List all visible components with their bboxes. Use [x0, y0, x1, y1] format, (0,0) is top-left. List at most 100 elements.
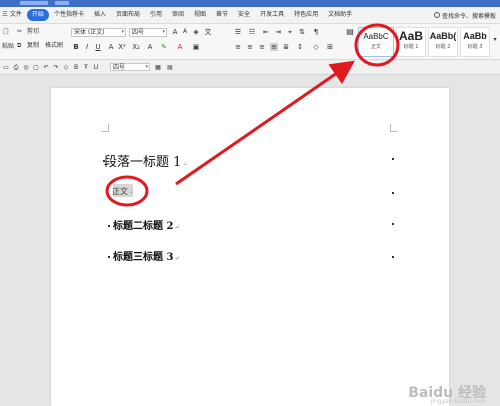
margin-corner-mark	[390, 124, 398, 132]
align-right-icon[interactable]: ≡	[258, 43, 266, 51]
table-icon[interactable]: ▦	[154, 64, 162, 72]
watermark-url: jingyan.baidu.com	[430, 398, 486, 405]
font-color-icon[interactable]: A	[107, 43, 115, 51]
paste-icon[interactable]: 📋	[2, 27, 9, 36]
style-heading2[interactable]: AaBb( 标题 2	[428, 27, 458, 57]
return-mark: ↵	[182, 161, 188, 168]
clear-format-icon[interactable]: ◈	[192, 28, 200, 36]
paragraph-mark	[108, 256, 110, 258]
menu-references[interactable]: 引用	[145, 9, 167, 21]
highlight-icon[interactable]: ✎	[160, 43, 168, 51]
format-painter-button[interactable]: 格式刷	[45, 41, 63, 50]
line-spacing-icon[interactable]: ↕	[296, 43, 304, 51]
char-border-icon[interactable]: ▣	[192, 43, 200, 51]
menu-home[interactable]: 开始	[26, 9, 49, 21]
qat-size-value: 四号	[113, 64, 126, 71]
chinese-layout-icon[interactable]: ⌖	[286, 28, 294, 36]
font-size-select[interactable]: 四号 ▾	[129, 28, 167, 37]
justify-icon[interactable]: ≡	[270, 43, 278, 51]
heading3-text: 标题三标题 3	[113, 252, 174, 263]
show-marks-icon[interactable]: ¶	[312, 28, 320, 36]
margin-dot	[392, 192, 394, 194]
italic-icon[interactable]: I	[83, 43, 91, 51]
cut-button[interactable]: 剪切	[27, 27, 39, 36]
copy-icon[interactable]: ⧉	[17, 41, 21, 50]
text-color-icon[interactable]: A	[176, 43, 184, 51]
style-heading3[interactable]: AaBb 标题 3	[460, 27, 490, 57]
search-icon	[433, 12, 440, 18]
menu-review[interactable]: 审阅	[167, 9, 189, 21]
undo-icon[interactable]: ↶	[42, 64, 50, 72]
phonetic-icon[interactable]: 文	[204, 28, 212, 36]
margin-dot	[392, 223, 394, 225]
new-doc-icon[interactable]: ▢	[32, 64, 40, 72]
menu-insert[interactable]: 插入	[89, 9, 111, 21]
strikethrough-icon[interactable]: Ŧ	[82, 64, 90, 72]
distribute-icon[interactable]: ≣	[282, 43, 290, 51]
command-search[interactable]: 查找命令、搜索模板	[433, 9, 496, 21]
borders-icon[interactable]: ⊞	[326, 43, 334, 51]
margin-dot	[392, 256, 394, 258]
font-name-select[interactable]: 宋体 (正文) ▾	[71, 28, 126, 37]
sort-icon[interactable]: ⇅	[298, 28, 306, 36]
text-effect-icon[interactable]: A	[146, 43, 154, 51]
menu-security[interactable]: 安全	[233, 9, 255, 21]
align-left-icon[interactable]: ≡	[234, 43, 242, 51]
strikethrough-icon[interactable]: X²	[118, 43, 126, 51]
bullet-list-icon[interactable]: ☰	[234, 28, 242, 36]
tab-placeholder[interactable]	[20, 1, 48, 5]
menu-doc-assistant[interactable]: 文档助手	[323, 9, 357, 21]
shape-icon[interactable]: ◇	[62, 64, 70, 72]
align-center-icon[interactable]: ≡	[246, 43, 254, 51]
body-line[interactable]: 正文↵	[112, 186, 134, 197]
grid-icon[interactable]: ▤	[166, 64, 174, 72]
redo-icon[interactable]: ↷	[52, 64, 60, 72]
menu-personal[interactable]: 个性指荐卡	[49, 9, 89, 21]
increase-indent-icon[interactable]: ⇥	[274, 28, 282, 36]
paragraph-settings-icon[interactable]: ▤	[346, 28, 354, 36]
styles-more-icon[interactable]: ▾	[491, 36, 499, 44]
heading1-line[interactable]: 段落一标题 1↵	[104, 151, 187, 170]
underline-icon[interactable]: U	[94, 43, 102, 51]
heading2-line[interactable]: 标题二标题 2↵	[113, 217, 179, 232]
print-icon[interactable]: ⎙	[12, 64, 20, 72]
numbered-list-icon[interactable]: ☷	[248, 28, 256, 36]
paragraph-mark	[108, 225, 110, 227]
style-normal[interactable]: AaBbC 正文	[358, 27, 394, 57]
grow-font-icon[interactable]: A	[171, 28, 179, 36]
shading-icon[interactable]: ◇	[312, 43, 320, 51]
bold-icon[interactable]: B	[72, 64, 80, 72]
menu-bar: 三 文件 开始 个性指荐卡 插入 页面布局 引用 审阅 视图 章节 安全 开发工…	[0, 7, 500, 24]
ribbon: 📋 粘贴 ✂ 剪切 ⧉ 复制 格式刷 宋体 (正文) ▾ 四号 ▾ A A ◈ …	[0, 24, 500, 60]
underline-icon[interactable]: U	[92, 64, 100, 72]
menu-file[interactable]: 三 文件	[0, 9, 27, 21]
cut-icon[interactable]: ✂	[17, 27, 22, 36]
copy-button[interactable]: 复制	[27, 41, 39, 50]
document-page[interactable]: 段落一标题 1↵	[51, 88, 449, 406]
bold-icon[interactable]: B	[72, 43, 80, 51]
decrease-indent-icon[interactable]: ⇤	[262, 28, 270, 36]
menu-features[interactable]: 特色应用	[289, 9, 323, 21]
heading2-text: 标题二标题 2	[113, 221, 174, 232]
tab-placeholder[interactable]	[55, 1, 69, 5]
style-heading2-sample: AaBb(	[429, 31, 457, 41]
chevron-down-icon: ▾	[162, 29, 165, 35]
paste-button[interactable]: 粘贴	[2, 42, 14, 51]
style-heading1[interactable]: AaB 标题 1	[396, 27, 426, 57]
watermark: Baidu 经验 jingyan.baidu.com	[408, 382, 486, 405]
quick-access-toolbar: ▭ ⎙ ◎ ▢ ↶ ↷ ◇ B Ŧ U 四号 ▾ ▦ ▤	[0, 60, 500, 75]
heading3-line[interactable]: 标题三标题 3↵	[113, 248, 179, 263]
menu-developer[interactable]: 开发工具	[255, 9, 289, 21]
qat-size-select[interactable]: 四号 ▾	[110, 63, 150, 71]
subscript-icon[interactable]: X₂	[132, 43, 140, 51]
shrink-font-icon[interactable]: A	[181, 28, 189, 36]
style-heading2-label: 标题 2	[435, 44, 451, 50]
menu-page-layout[interactable]: 页面布局	[111, 9, 145, 21]
menu-view[interactable]: 视图	[189, 9, 211, 21]
body-text: 正文	[112, 187, 128, 196]
chevron-down-icon: ▾	[145, 64, 148, 70]
preview-icon[interactable]: ◎	[22, 64, 30, 72]
search-label: 查找命令、搜索模板	[441, 12, 496, 20]
save-icon[interactable]: ▭	[2, 64, 10, 72]
menu-section[interactable]: 章节	[211, 9, 233, 21]
